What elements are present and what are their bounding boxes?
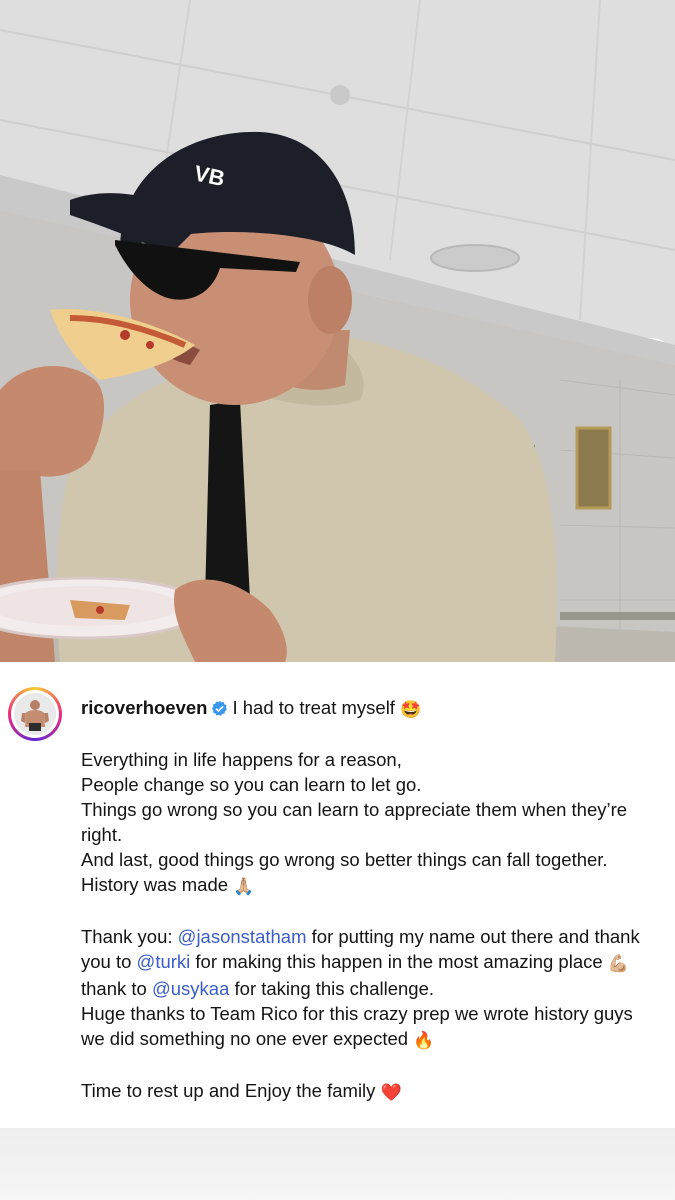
post-caption: ricoverhoeven I had to treat myself 🤩 Eve… <box>0 662 675 1128</box>
story-ring[interactable] <box>8 687 62 741</box>
thanks-text: for making this happen in the most amazi… <box>190 951 608 972</box>
screenshot-bottom-band <box>0 1128 675 1200</box>
caption-opening: I had to treat myself <box>232 697 395 718</box>
team-text: Huge thanks to Team Rico for this crazy … <box>81 1003 633 1049</box>
thanks-text: for taking this challenge. <box>229 978 435 999</box>
caption-line: Huge thanks to Team Rico for this crazy … <box>81 1001 661 1053</box>
mention-turki[interactable]: @turki <box>137 951 191 972</box>
thanks-text: thank to <box>81 978 152 999</box>
post-photo-illustration: VB <box>0 0 675 662</box>
avatar[interactable] <box>14 693 56 735</box>
caption-line: Everything in life happens for a reason, <box>81 749 402 770</box>
caption-first-line: ricoverhoeven I had to treat myself 🤩 <box>81 695 661 722</box>
avatar-image <box>14 693 56 735</box>
caption-line: And last, good things go wrong so better… <box>81 849 608 870</box>
flexed-biceps-emoji-icon: 💪🏼 <box>607 954 629 973</box>
fire-emoji-icon: 🔥 <box>413 1031 435 1050</box>
mention-usykaa[interactable]: @usykaa <box>152 978 229 999</box>
mention-jasonstatham[interactable]: @jasonstatham <box>178 926 307 947</box>
caption-line: Things go wrong so you can learn to appr… <box>81 799 628 845</box>
folded-hands-emoji-icon: 🙏🏼 <box>233 877 255 896</box>
post-photo[interactable]: VB <box>0 0 675 662</box>
caption-line: Time to rest up and Enjoy the family ❤️ <box>81 1078 661 1105</box>
history-text: History was made <box>81 874 229 895</box>
username[interactable]: ricoverhoeven <box>81 697 207 718</box>
star-struck-emoji-icon: 🤩 <box>400 700 422 719</box>
thanks-paragraph: Thank you: @jasonstatham for putting my … <box>81 924 661 1001</box>
red-heart-emoji-icon: ❤️ <box>380 1083 402 1102</box>
caption-line: People change so you can learn to let go… <box>81 774 422 795</box>
thanks-lead: Thank you: <box>81 926 178 947</box>
closing-text: Time to rest up and Enjoy the family <box>81 1080 376 1101</box>
caption-text: ricoverhoeven I had to treat myself 🤩 Eve… <box>81 695 661 1105</box>
caption-line: History was made 🙏🏼 <box>81 872 661 899</box>
verified-badge-icon <box>212 700 228 716</box>
